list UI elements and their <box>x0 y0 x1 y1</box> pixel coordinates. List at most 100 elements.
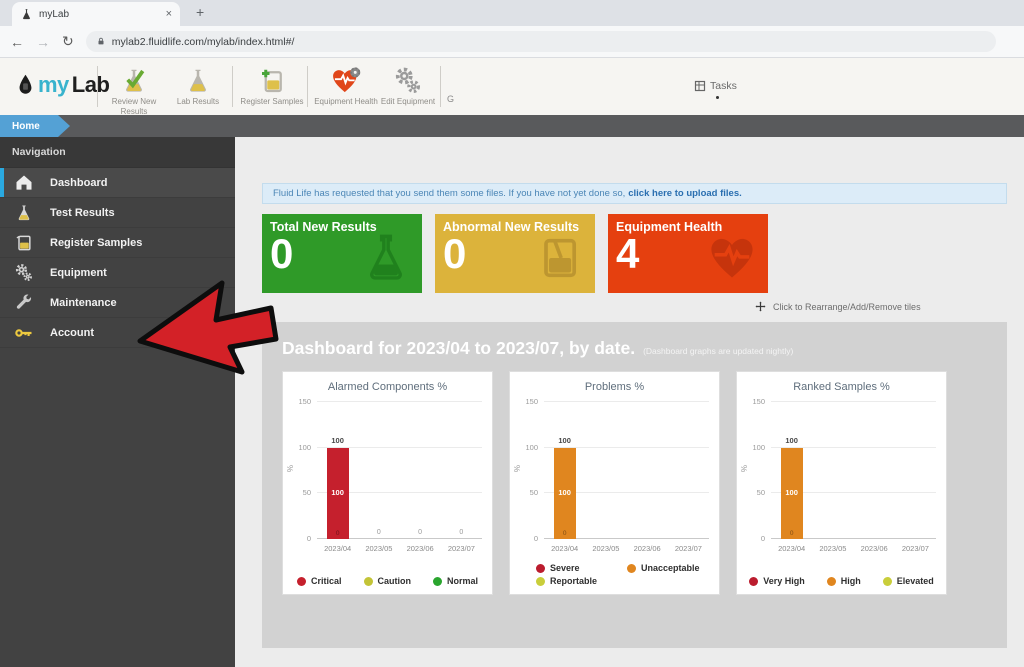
tasks-notification-dot <box>716 96 719 99</box>
sidebar-item-test-results[interactable]: Test Results <box>0 198 235 228</box>
sidebar: Navigation Dashboard Test Results Regist… <box>0 137 235 667</box>
y-tick-label: 150 <box>289 397 311 406</box>
y-axis-label: % <box>286 465 295 472</box>
edit-equipment-button[interactable]: Edit Equipment <box>376 66 440 107</box>
new-tab-button[interactable]: + <box>196 4 204 20</box>
sidebar-header: Navigation <box>0 137 235 168</box>
app-toolbar: myLab Review New Results Lab Results Reg… <box>0 58 1024 115</box>
sidebar-item-account[interactable]: Account <box>0 318 235 348</box>
legend-label: High <box>841 576 861 586</box>
equipment-health-button[interactable]: Equipment Health <box>314 66 378 107</box>
legend-label: Caution <box>378 576 412 586</box>
x-tick-label: 2023/05 <box>592 544 619 553</box>
refresh-icon[interactable]: ↻ <box>62 33 74 50</box>
y-tick-label: 50 <box>743 488 765 497</box>
chart-plot-area: 0501001502023/0410010002023/052023/06202… <box>544 402 709 539</box>
browser-tab-strip: myLab × + <box>0 0 1024 26</box>
y-tick-label: 100 <box>743 443 765 452</box>
x-tick-label: 2023/06 <box>634 544 661 553</box>
chart-legend: Very High High Elevated <box>737 576 946 586</box>
droplet-icon <box>16 73 35 97</box>
legend-item: Elevated <box>883 576 934 586</box>
bar-value-label: 100 <box>558 488 571 497</box>
sidebar-item-maintenance[interactable]: Maintenance <box>0 288 235 318</box>
upload-files-banner: Fluid Life has requested that you send t… <box>262 183 1007 204</box>
legend-item: Normal <box>433 576 478 586</box>
y-tick-label: 150 <box>516 397 538 406</box>
legend-label: Reportable <box>550 576 597 586</box>
forward-icon[interactable]: → <box>36 34 50 50</box>
tile-equipment-health[interactable]: Equipment Health 4 <box>608 214 768 293</box>
legend-item: Severe <box>536 563 597 573</box>
tile-total-new-results[interactable]: Total New Results 0 <box>262 214 422 293</box>
chart-plot-area: 0501001502023/0410010002023/0502023/0602… <box>317 402 482 539</box>
flask-check-icon <box>119 66 149 96</box>
toolbar-separator <box>440 66 441 107</box>
x-tick-label: 2023/06 <box>407 544 434 553</box>
toolbar-button-label: Lab Results <box>177 97 219 107</box>
x-tick-label: 2023/05 <box>819 544 846 553</box>
beaker-plus-icon <box>257 66 287 96</box>
breadcrumb: Home <box>0 115 1024 137</box>
y-tick-label: 0 <box>289 534 311 543</box>
address-bar[interactable]: mylab2.fluidlife.com/mylab/index.html#/ <box>86 31 996 52</box>
tab-close-icon[interactable]: × <box>166 8 172 20</box>
bar-value-label: 100 <box>785 488 798 497</box>
chart-title: Alarmed Components % <box>283 381 492 393</box>
toolbar-button-label: Equipment Health <box>314 97 378 107</box>
y-tick-label: 150 <box>743 397 765 406</box>
legend-label: Normal <box>447 576 478 586</box>
y-tick-label: 0 <box>516 534 538 543</box>
legend-item: Caution <box>364 576 412 586</box>
rearrange-tiles-link[interactable]: Click to Rearrange/Add/Remove tiles <box>755 301 921 312</box>
browser-toolbar: ← → ↻ mylab2.fluidlife.com/mylab/index.h… <box>0 26 1024 58</box>
legend-label: Critical <box>311 576 342 586</box>
legend-dot-icon <box>536 577 545 586</box>
x-tick-label: 2023/07 <box>448 544 475 553</box>
banner-text: Fluid Life has requested that you send t… <box>273 188 625 199</box>
toolbar-button-label: Register Samples <box>240 97 303 107</box>
flask-icon <box>360 230 412 286</box>
sidebar-item-label: Account <box>50 327 94 339</box>
legend-dot-icon <box>297 577 306 586</box>
back-icon[interactable]: ← <box>10 34 24 50</box>
chart-legend: SevereUnacceptableReportable <box>510 563 745 586</box>
dashboard-title-row: Dashboard for 2023/04 to 2023/07, by dat… <box>282 338 987 359</box>
register-samples-button[interactable]: Register Samples <box>240 66 304 107</box>
wrench-icon <box>14 293 34 313</box>
review-new-results-button[interactable]: Review New Results <box>102 66 166 117</box>
beaker-icon <box>533 230 585 286</box>
legend-item: Very High <box>749 576 805 586</box>
chart-ranked-samples: Ranked Samples %%0501001502023/041001000… <box>736 371 947 595</box>
zero-value-label: 0 <box>377 529 381 536</box>
sidebar-item-equipment[interactable]: Equipment <box>0 258 235 288</box>
tile-abnormal-new-results[interactable]: Abnormal New Results 0 <box>435 214 595 293</box>
legend-dot-icon <box>364 577 373 586</box>
metric-tiles: Total New Results 0 Abnormal New Results… <box>262 214 768 293</box>
tasks-button[interactable]: Tasks <box>694 80 737 92</box>
upload-files-link[interactable]: click here to upload files. <box>628 188 742 199</box>
home-icon <box>14 173 34 193</box>
gridline <box>317 401 482 402</box>
sidebar-item-register-samples[interactable]: Register Samples <box>0 228 235 258</box>
lab-results-button[interactable]: Lab Results <box>166 66 230 107</box>
breadcrumb-home[interactable]: Home <box>0 115 70 137</box>
bar-bottom-label: 0 <box>790 530 794 537</box>
mylab-logo[interactable]: myLab <box>16 72 109 98</box>
dashboard-title: Dashboard for 2023/04 to 2023/07, by dat… <box>282 338 635 359</box>
chart-legend: Critical Caution Normal <box>283 576 492 586</box>
gears-icon <box>393 66 423 96</box>
x-tick-label: 2023/05 <box>365 544 392 553</box>
legend-item: High <box>827 576 861 586</box>
bar-bottom-label: 0 <box>563 530 567 537</box>
browser-tab[interactable]: myLab × <box>12 2 180 26</box>
gears-icon <box>14 263 34 283</box>
chart-cards: Alarmed Components %% 0501001502023/04100… <box>282 371 987 595</box>
legend-dot-icon <box>627 564 636 573</box>
move-icon <box>755 301 766 312</box>
gridline <box>544 401 709 402</box>
legend-item: Critical <box>297 576 342 586</box>
sidebar-item-dashboard[interactable]: Dashboard <box>0 168 235 198</box>
legend-label: Severe <box>550 563 580 573</box>
chart-alarmed-components: Alarmed Components %% 0501001502023/04100… <box>282 371 493 595</box>
